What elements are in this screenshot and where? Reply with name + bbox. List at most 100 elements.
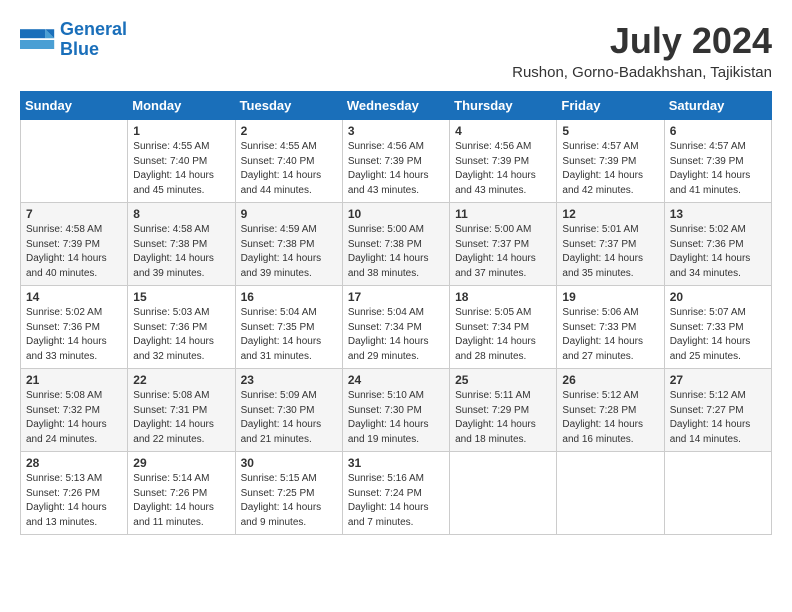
day-cell: 12Sunrise: 5:01 AMSunset: 7:37 PMDayligh… xyxy=(557,203,664,286)
day-cell: 2Sunrise: 4:55 AMSunset: 7:40 PMDaylight… xyxy=(235,120,342,203)
day-info: Sunrise: 5:04 AMSunset: 7:34 PMDaylight:… xyxy=(348,306,444,364)
day-cell: 14Sunrise: 5:02 AMSunset: 7:36 PMDayligh… xyxy=(21,286,128,369)
day-number: 1 xyxy=(133,124,229,138)
day-info: Sunrise: 4:56 AMSunset: 7:39 PMDaylight:… xyxy=(455,140,551,198)
day-cell xyxy=(450,452,557,535)
day-number: 7 xyxy=(26,207,122,221)
day-number: 17 xyxy=(348,290,444,304)
day-cell: 20 Sunrise: 5:07 AMSunset: 7:33 PMDayligh… xyxy=(664,286,771,369)
day-cell: 19 Sunrise: 5:06 AMSunset: 7:33 PMDayligh… xyxy=(557,286,664,369)
day-info: Sunrise: 4:58 AMSunset: 7:38 PMDaylight:… xyxy=(133,223,229,281)
day-cell: 8 Sunrise: 4:58 AMSunset: 7:38 PMDaylight… xyxy=(128,203,235,286)
day-cell: 10 Sunrise: 5:00 AMSunset: 7:38 PMDayligh… xyxy=(342,203,449,286)
day-number: 31 xyxy=(348,456,444,470)
day-number: 10 xyxy=(348,207,444,221)
day-cell: 9Sunrise: 4:59 AMSunset: 7:38 PMDaylight… xyxy=(235,203,342,286)
day-info: Sunrise: 5:12 AMSunset: 7:28 PMDaylight:… xyxy=(562,389,658,447)
day-number: 22 xyxy=(133,373,229,387)
day-info: Sunrise: 5:15 AMSunset: 7:25 PMDaylight:… xyxy=(241,472,337,530)
day-info: Sunrise: 4:58 AMSunset: 7:39 PMDaylight:… xyxy=(26,223,122,281)
day-number: 30 xyxy=(241,456,337,470)
day-number: 14 xyxy=(26,290,122,304)
day-info: Sunrise: 5:14 AMSunset: 7:26 PMDaylight:… xyxy=(133,472,229,530)
day-cell: 24Sunrise: 5:10 AMSunset: 7:30 PMDayligh… xyxy=(342,369,449,452)
month-year: July 2024 xyxy=(512,20,772,62)
day-number: 21 xyxy=(26,373,122,387)
title-block: July 2024 Rushon, Gorno-Badakhshan, Taji… xyxy=(512,20,772,81)
day-cell xyxy=(557,452,664,535)
day-cell: 7 Sunrise: 4:58 AMSunset: 7:39 PMDaylight… xyxy=(21,203,128,286)
week-row-5: 28Sunrise: 5:13 AMSunset: 7:26 PMDayligh… xyxy=(21,452,772,535)
day-info: Sunrise: 5:00 AMSunset: 7:38 PMDaylight:… xyxy=(348,223,444,281)
logo-text: General Blue xyxy=(60,20,127,60)
day-cell xyxy=(664,452,771,535)
logo: General Blue xyxy=(20,20,127,60)
day-info: Sunrise: 5:04 AMSunset: 7:35 PMDaylight:… xyxy=(241,306,337,364)
day-number: 18 xyxy=(455,290,551,304)
day-cell: 31 Sunrise: 5:16 AMSunset: 7:24 PMDayligh… xyxy=(342,452,449,535)
day-cell: 21 Sunrise: 5:08 AMSunset: 7:32 PMDayligh… xyxy=(21,369,128,452)
day-info: Sunrise: 5:08 AMSunset: 7:31 PMDaylight:… xyxy=(133,389,229,447)
calendar-body: 1 Sunrise: 4:55 AMSunset: 7:40 PMDaylight… xyxy=(21,120,772,535)
day-number: 24 xyxy=(348,373,444,387)
day-info: Sunrise: 5:07 AMSunset: 7:33 PMDaylight:… xyxy=(670,306,766,364)
header-saturday: Saturday xyxy=(664,92,771,120)
day-cell: 22 Sunrise: 5:08 AMSunset: 7:31 PMDayligh… xyxy=(128,369,235,452)
day-number: 8 xyxy=(133,207,229,221)
header-wednesday: Wednesday xyxy=(342,92,449,120)
day-cell: 16 Sunrise: 5:04 AMSunset: 7:35 PMDayligh… xyxy=(235,286,342,369)
day-info: Sunrise: 4:55 AMSunset: 7:40 PMDaylight:… xyxy=(133,140,229,198)
location: Rushon, Gorno-Badakhshan, Tajikistan xyxy=(512,64,772,81)
day-cell: 27 Sunrise: 5:12 AMSunset: 7:27 PMDayligh… xyxy=(664,369,771,452)
day-info: Sunrise: 5:13 AMSunset: 7:26 PMDaylight:… xyxy=(26,472,122,530)
day-number: 9 xyxy=(241,207,337,221)
day-number: 20 xyxy=(670,290,766,304)
day-info: Sunrise: 4:57 AMSunset: 7:39 PMDaylight:… xyxy=(562,140,658,198)
day-number: 5 xyxy=(562,124,658,138)
day-number: 6 xyxy=(670,124,766,138)
day-info: Sunrise: 5:05 AMSunset: 7:34 PMDaylight:… xyxy=(455,306,551,364)
header-friday: Friday xyxy=(557,92,664,120)
day-info: Sunrise: 5:06 AMSunset: 7:33 PMDaylight:… xyxy=(562,306,658,364)
day-info: Sunrise: 5:02 AMSunset: 7:36 PMDaylight:… xyxy=(670,223,766,281)
calendar: SundayMondayTuesdayWednesdayThursdayFrid… xyxy=(20,91,772,535)
day-number: 26 xyxy=(562,373,658,387)
logo-line2: Blue xyxy=(60,40,127,60)
day-number: 11 xyxy=(455,207,551,221)
day-cell: 30 Sunrise: 5:15 AMSunset: 7:25 PMDayligh… xyxy=(235,452,342,535)
day-number: 29 xyxy=(133,456,229,470)
page-header: General Blue July 2024 Rushon, Gorno-Bad… xyxy=(20,20,772,81)
header-row: SundayMondayTuesdayWednesdayThursdayFrid… xyxy=(21,92,772,120)
day-number: 3 xyxy=(348,124,444,138)
day-number: 16 xyxy=(241,290,337,304)
header-sunday: Sunday xyxy=(21,92,128,120)
day-cell: 17 Sunrise: 5:04 AMSunset: 7:34 PMDayligh… xyxy=(342,286,449,369)
day-cell: 4 Sunrise: 4:56 AMSunset: 7:39 PMDaylight… xyxy=(450,120,557,203)
day-cell: 26 Sunrise: 5:12 AMSunset: 7:28 PMDayligh… xyxy=(557,369,664,452)
day-info: Sunrise: 4:57 AMSunset: 7:39 PMDaylight:… xyxy=(670,140,766,198)
day-cell: 28Sunrise: 5:13 AMSunset: 7:26 PMDayligh… xyxy=(21,452,128,535)
day-info: Sunrise: 5:08 AMSunset: 7:32 PMDaylight:… xyxy=(26,389,122,447)
day-number: 4 xyxy=(455,124,551,138)
day-info: Sunrise: 5:09 AMSunset: 7:30 PMDaylight:… xyxy=(241,389,337,447)
day-number: 2 xyxy=(241,124,337,138)
day-cell: 25 Sunrise: 5:11 AMSunset: 7:29 PMDayligh… xyxy=(450,369,557,452)
day-number: 25 xyxy=(455,373,551,387)
week-row-4: 21 Sunrise: 5:08 AMSunset: 7:32 PMDayligh… xyxy=(21,369,772,452)
day-number: 27 xyxy=(670,373,766,387)
day-cell: 1 Sunrise: 4:55 AMSunset: 7:40 PMDaylight… xyxy=(128,120,235,203)
day-cell xyxy=(21,120,128,203)
week-row-2: 7 Sunrise: 4:58 AMSunset: 7:39 PMDaylight… xyxy=(21,203,772,286)
day-number: 19 xyxy=(562,290,658,304)
day-number: 15 xyxy=(133,290,229,304)
day-cell: 15Sunrise: 5:03 AMSunset: 7:36 PMDayligh… xyxy=(128,286,235,369)
header-monday: Monday xyxy=(128,92,235,120)
day-cell: 13Sunrise: 5:02 AMSunset: 7:36 PMDayligh… xyxy=(664,203,771,286)
day-cell: 23Sunrise: 5:09 AMSunset: 7:30 PMDayligh… xyxy=(235,369,342,452)
day-cell: 6 Sunrise: 4:57 AMSunset: 7:39 PMDaylight… xyxy=(664,120,771,203)
day-info: Sunrise: 5:00 AMSunset: 7:37 PMDaylight:… xyxy=(455,223,551,281)
day-info: Sunrise: 5:16 AMSunset: 7:24 PMDaylight:… xyxy=(348,472,444,530)
day-info: Sunrise: 4:56 AMSunset: 7:39 PMDaylight:… xyxy=(348,140,444,198)
day-info: Sunrise: 5:11 AMSunset: 7:29 PMDaylight:… xyxy=(455,389,551,447)
day-info: Sunrise: 5:12 AMSunset: 7:27 PMDaylight:… xyxy=(670,389,766,447)
